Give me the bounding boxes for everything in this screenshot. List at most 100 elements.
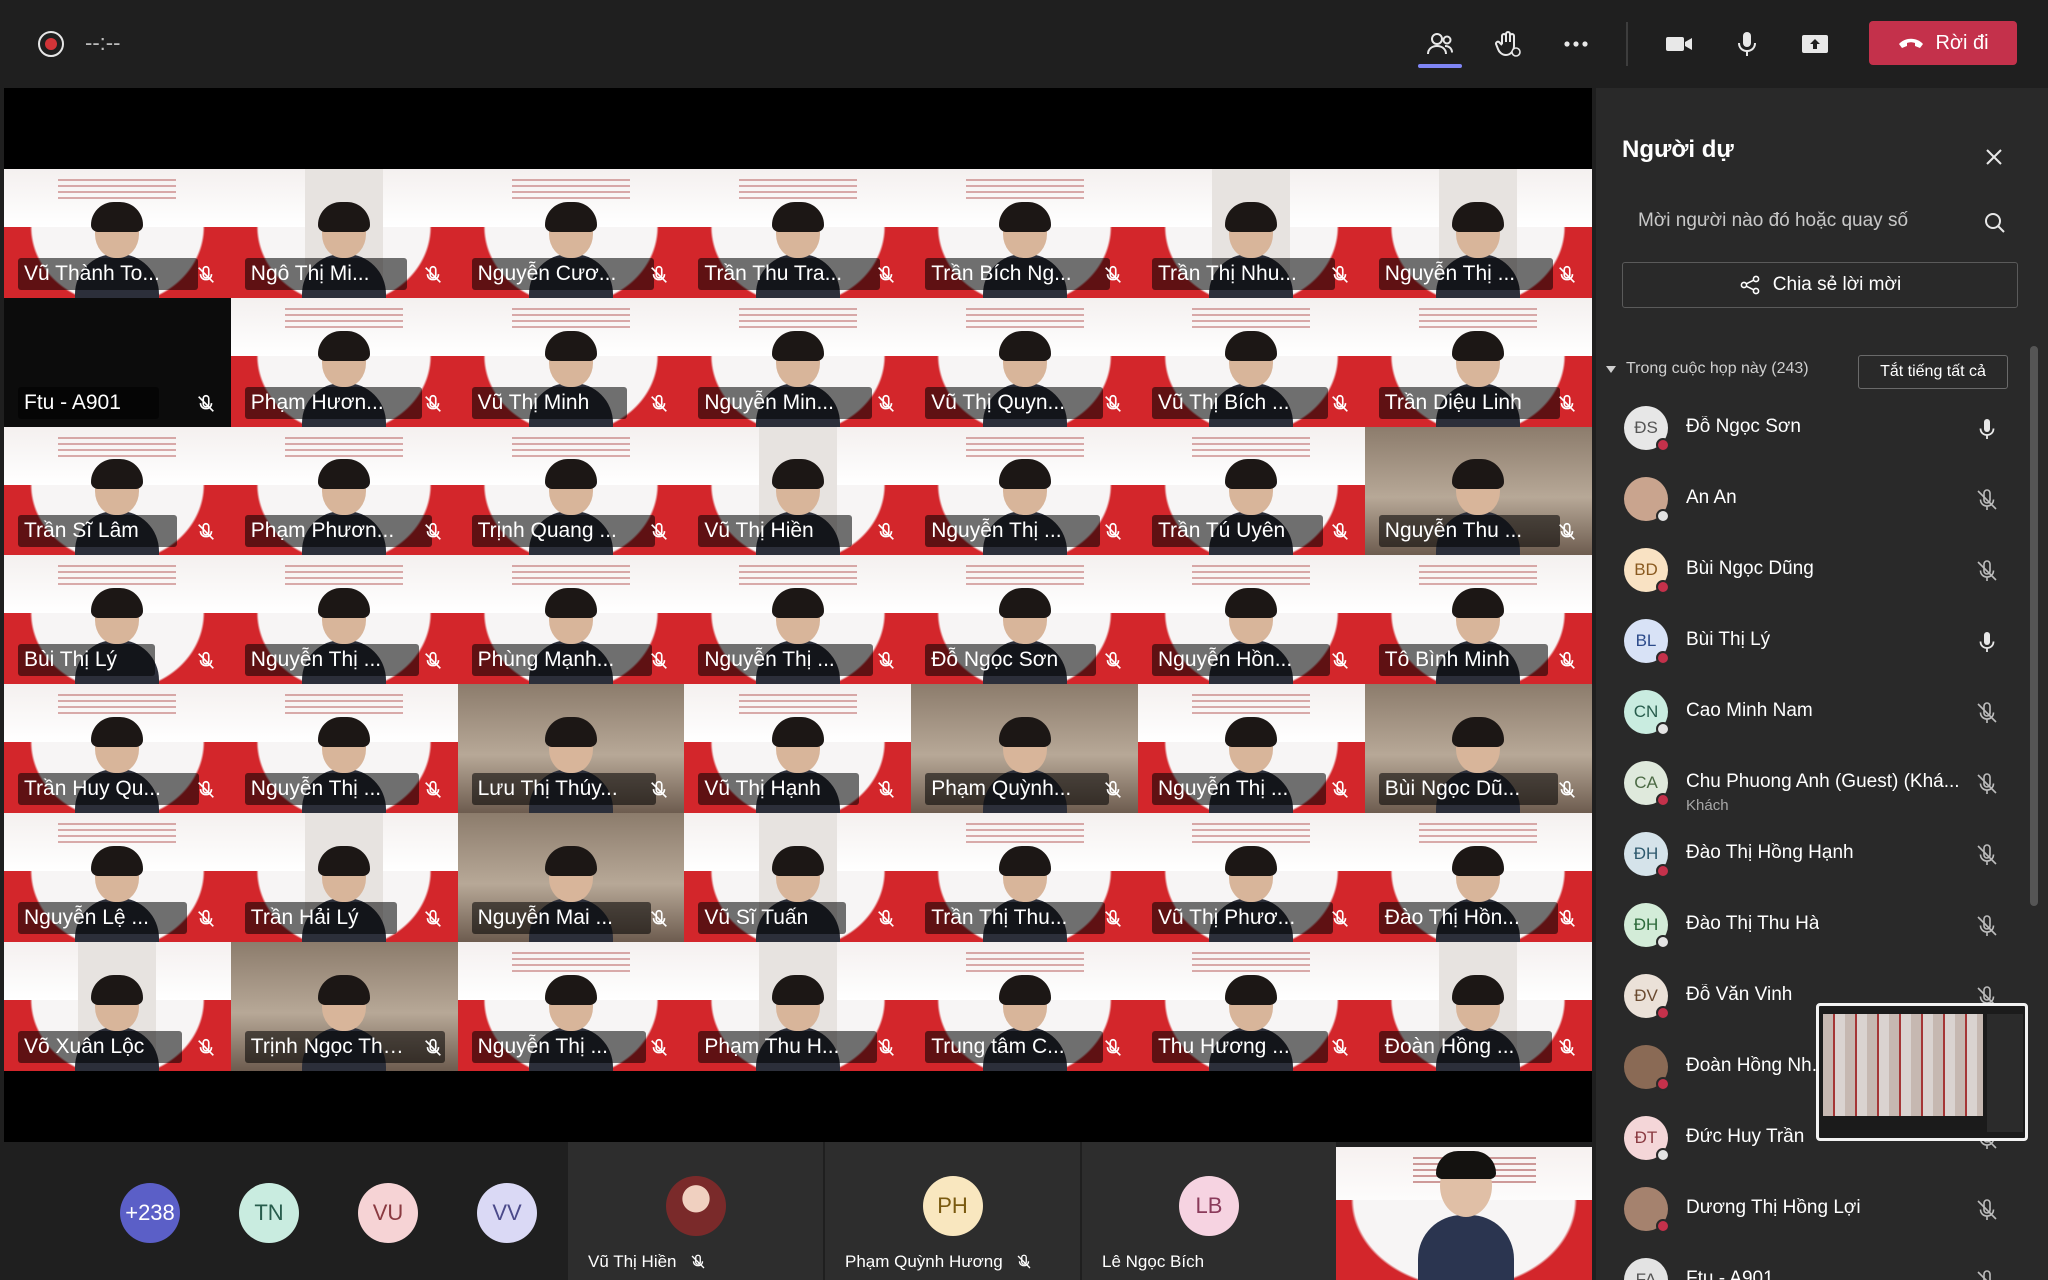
participant-bubble[interactable]: VU — [358, 1183, 418, 1243]
participant-video-tile[interactable]: Nguyễn Thị ... — [1364, 169, 1592, 298]
participant-video-tile[interactable]: Trần Sĩ Lâm — [4, 426, 231, 556]
participant-video-tile[interactable]: Phạm Thu H... — [684, 941, 912, 1071]
participant-video-tile[interactable]: Thu Hương ... — [1137, 941, 1365, 1071]
participant-video-tile[interactable]: Phạm Phươn... — [230, 426, 458, 556]
participant-video-tile[interactable]: Trần Bích Ng... — [911, 169, 1138, 298]
participant-video-tile[interactable]: Vũ Thị Bích ... — [1137, 297, 1365, 427]
participant-video-tile[interactable]: Trần Thị Nhu... — [1137, 169, 1365, 298]
mic-off-icon[interactable] — [1974, 700, 2000, 726]
participant-video-tile[interactable]: Nguyễn Min... — [684, 297, 912, 427]
participant-video-tile[interactable]: Vũ Thành To... — [4, 169, 231, 298]
participant-video-tile[interactable]: Phùng Mạnh... — [457, 555, 685, 685]
participant-video-tile[interactable]: Lưu Thị Thúy... — [457, 684, 685, 813]
participant-video-tile[interactable]: Nguyễn Cươ... — [457, 169, 685, 298]
participant-video-tile[interactable]: Đoàn Hồng ... — [1364, 941, 1592, 1071]
participant-video-tile[interactable]: Nguyễn Thị ... — [911, 426, 1138, 556]
participant-video-tile[interactable]: Đỗ Ngọc Sơn — [911, 555, 1138, 685]
mic-icon[interactable] — [1974, 416, 2000, 442]
participant-video-tile[interactable]: Nguyễn Thị ... — [230, 555, 458, 685]
participant-video-tile[interactable]: Nguyễn Thị ... — [684, 555, 912, 685]
participant-video-tile[interactable]: Bùi Thị Lý — [4, 555, 231, 685]
participant-video-tile[interactable]: Trần Diệu Linh — [1364, 297, 1592, 427]
participant-row[interactable]: ĐH Đào Thị Thu Hà — [1596, 895, 2026, 966]
mic-off-icon[interactable] — [1974, 1197, 2000, 1223]
participant-video-tile[interactable]: Vũ Thị Minh — [457, 297, 685, 427]
participant-video-tile[interactable]: Vũ Sĩ Tuấn — [684, 812, 912, 942]
more-participants-bubble[interactable]: +238 — [120, 1183, 180, 1243]
participant-tile[interactable]: PH Phạm Quỳnh Hương — [825, 1142, 1080, 1280]
mic-off-icon — [1558, 1038, 1575, 1056]
screen-share-thumbnail[interactable] — [1816, 1003, 2028, 1141]
participant-video-tile[interactable]: Bùi Ngọc Dũ... — [1364, 684, 1592, 813]
participant-video-grid: Vũ Thành To... Ngô Thị Mi... Nguyễn Cươ...… — [4, 169, 1592, 1071]
participant-video-tile[interactable]: Võ Xuân Lộc — [4, 941, 231, 1071]
mic-off-icon — [878, 780, 895, 798]
participant-tile[interactable]: Vũ Thị Hiền — [568, 1142, 823, 1280]
participant-video-tile[interactable]: Vũ Thị Hạnh — [684, 684, 912, 813]
participant-row[interactable]: FA Ftu - A901 — [1596, 1250, 2026, 1280]
leave-meeting-button[interactable]: Rời đi — [1869, 21, 2017, 65]
participant-bubble[interactable]: TN — [239, 1183, 299, 1243]
participant-video-tile[interactable]: Trần Tú Uyên — [1137, 426, 1365, 556]
share-screen-button[interactable] — [1793, 22, 1837, 66]
participant-video-tile[interactable]: Vũ Thị Quyn... — [911, 297, 1138, 427]
participant-row[interactable]: CN Cao Minh Nam — [1596, 682, 2026, 753]
share-invite-button[interactable]: Chia sẻ lời mời — [1622, 262, 2018, 308]
participant-row[interactable]: CA Chu Phuong Anh (Guest) (Khá... Khách — [1596, 753, 2026, 824]
mic-off-icon[interactable] — [1974, 913, 2000, 939]
close-icon[interactable] — [1981, 144, 2007, 170]
participant-row[interactable]: Dương Thị Hồng Lợi — [1596, 1179, 2026, 1250]
participant-video-tile[interactable]: Nguyễn Thu ... — [1364, 426, 1592, 556]
participant-video-tile[interactable]: Nguyễn Thị ... — [1137, 684, 1365, 813]
participant-video-tile[interactable]: Nguyễn Thị ... — [457, 941, 685, 1071]
participant-row[interactable]: BD Bùi Ngọc Dũng — [1596, 540, 2026, 611]
search-icon[interactable] — [1982, 210, 2008, 236]
mute-all-button[interactable]: Tắt tiếng tất cả — [1858, 355, 2008, 389]
self-video-preview[interactable] — [1336, 1147, 1592, 1280]
in-meeting-section-toggle[interactable]: Trong cuộc họp này (243) — [1606, 360, 1809, 378]
microphone-button[interactable] — [1725, 22, 1769, 66]
participant-video-tile[interactable]: Ftu - A901 — [4, 297, 231, 427]
participant-name: Phạm Quỳnh... — [925, 772, 1110, 805]
participant-video-tile[interactable]: Trần Hải Lý — [230, 812, 458, 942]
participant-video-tile[interactable]: Vũ Thị Hiền — [684, 426, 912, 556]
participant-video-tile[interactable]: Nguyễn Mai ... — [457, 812, 685, 942]
mic-off-icon[interactable] — [1974, 771, 2000, 797]
participant-name: Bùi Thị Lý — [1686, 629, 1771, 650]
participant-bubble[interactable]: VV — [477, 1183, 537, 1243]
participant-tile[interactable]: LB Lê Ngọc Bích — [1082, 1142, 1336, 1280]
mic-icon[interactable] — [1974, 629, 2000, 655]
participant-video-tile[interactable]: Nguyễn Hồn... — [1137, 555, 1365, 685]
participant-video-tile[interactable]: Nguyễn Lệ ... — [4, 812, 231, 942]
participant-video-tile[interactable]: Nguyễn Thị ... — [230, 684, 458, 813]
raise-hand-button[interactable] — [1486, 22, 1530, 66]
mic-off-icon[interactable] — [1974, 1268, 2000, 1280]
participant-list-scrollbar[interactable] — [2030, 346, 2038, 906]
participant-video-tile[interactable]: Phạm Hươn... — [230, 297, 458, 427]
participant-video-tile[interactable]: Ngô Thị Mi... — [230, 169, 458, 298]
participant-video-tile[interactable]: Trịnh Quang ... — [457, 426, 685, 556]
participant-video-tile[interactable]: Trần Huy Qu... — [4, 684, 231, 813]
participant-video-tile[interactable]: Trịnh Ngọc Tha... — [230, 941, 458, 1071]
mic-off-icon[interactable] — [1974, 487, 2000, 513]
mic-off-icon — [878, 394, 895, 412]
participant-row[interactable]: An An — [1596, 469, 2026, 540]
participant-video-tile[interactable]: Trung tâm C... — [911, 941, 1138, 1071]
mic-off-icon[interactable] — [1974, 558, 2000, 584]
more-actions-button[interactable] — [1554, 22, 1598, 66]
participant-name: Trần Thị Thu... — [925, 901, 1106, 934]
participant-name: Nguyễn Thị ... — [1378, 257, 1554, 290]
participant-row[interactable]: ĐH Đào Thị Hồng Hạnh — [1596, 824, 2026, 895]
participant-row[interactable]: ĐS Đỗ Ngọc Sơn — [1596, 398, 2026, 469]
camera-button[interactable] — [1657, 22, 1701, 66]
participant-video-tile[interactable]: Phạm Quỳnh... — [911, 684, 1138, 813]
participant-row[interactable]: BL Bùi Thị Lý — [1596, 611, 2026, 682]
participant-video-tile[interactable]: Đào Thị Hồn... — [1364, 812, 1592, 942]
participant-video-tile[interactable]: Trần Thị Thu... — [911, 812, 1138, 942]
participants-button[interactable] — [1418, 22, 1462, 66]
participant-video-tile[interactable]: Trần Thu Tra... — [684, 169, 912, 298]
mic-off-icon[interactable] — [1974, 842, 2000, 868]
participant-video-tile[interactable]: Vũ Thị Phươ... — [1137, 812, 1365, 942]
participant-video-tile[interactable]: Tô Bình Minh — [1364, 555, 1592, 685]
invite-search-input[interactable]: Mời người nào đó hoặc quay số — [1638, 210, 1998, 232]
